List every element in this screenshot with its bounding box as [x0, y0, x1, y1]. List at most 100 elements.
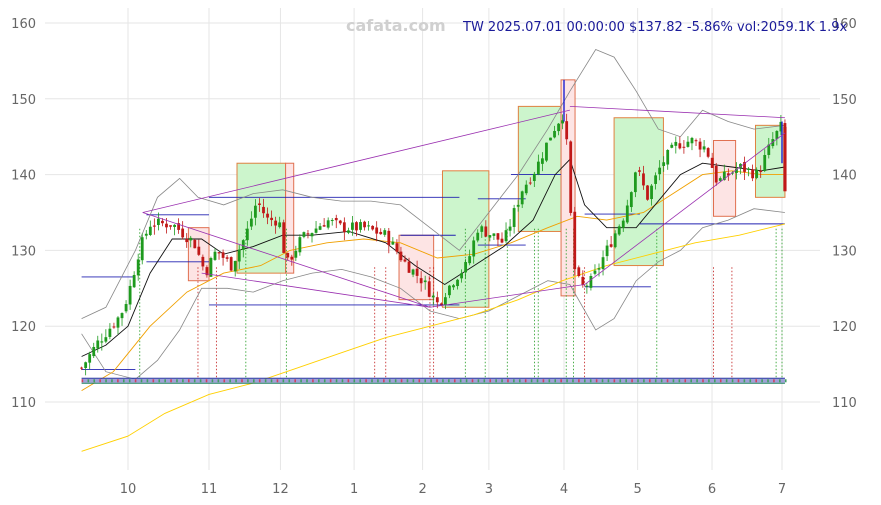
volume-bar — [223, 379, 226, 383]
x-tick-label: 12 — [272, 482, 289, 497]
y-tick-label-left: 130 — [11, 244, 36, 259]
volume-bar — [702, 379, 704, 383]
volume-bar — [359, 379, 361, 383]
candle-body — [270, 217, 273, 221]
candle-body — [371, 225, 375, 230]
candle-body — [702, 146, 706, 150]
volume-bar — [87, 379, 90, 383]
candle-body — [359, 222, 362, 230]
candle-body — [136, 259, 140, 276]
candle-body — [282, 222, 286, 253]
candle-body — [557, 123, 560, 132]
volume-bar — [253, 379, 255, 383]
candle-body — [444, 297, 447, 305]
candle-body — [431, 295, 435, 298]
candle-body — [532, 173, 536, 181]
candle-body — [593, 270, 597, 274]
volume-bar — [708, 379, 710, 383]
x-tick-label: 3 — [485, 482, 493, 497]
candle-body — [237, 249, 241, 262]
volume-bar — [134, 379, 137, 383]
x-tick-label: 5 — [634, 482, 642, 497]
y-tick-label-right: 110 — [832, 396, 857, 411]
volume-bar — [583, 379, 586, 383]
volume-bar — [643, 379, 645, 383]
candle-body — [751, 169, 755, 179]
volume-bar — [779, 379, 781, 383]
volume-bar — [536, 379, 539, 383]
candle-body — [140, 237, 144, 261]
candle-body — [504, 230, 508, 242]
volume-bar — [199, 379, 202, 383]
candle-body — [512, 208, 516, 227]
candle-body — [201, 256, 205, 267]
volume-bar — [495, 379, 497, 383]
x-tick-label: 2 — [418, 482, 426, 497]
candle-body — [452, 285, 455, 288]
volume-bar — [654, 379, 657, 383]
volume-bar — [276, 379, 279, 383]
x-tick-label: 11 — [201, 482, 218, 497]
volume-bar — [442, 379, 444, 383]
candle-body — [322, 225, 326, 227]
volume-bar — [755, 379, 757, 383]
candle-body — [169, 225, 172, 227]
volume-bar — [347, 379, 350, 383]
candle-body — [294, 250, 298, 258]
candle-body — [674, 141, 678, 146]
candle-body — [706, 148, 710, 157]
candle-body — [326, 220, 330, 228]
volume-bar — [111, 379, 113, 383]
x-tick-label: 10 — [120, 482, 137, 497]
volume-bar — [270, 379, 273, 383]
candle-body — [104, 337, 108, 342]
volume-bar — [318, 379, 320, 383]
candle-body — [399, 251, 403, 261]
volume-bar — [235, 379, 237, 383]
candle-body — [597, 268, 601, 270]
candle-body — [646, 185, 649, 200]
volume-bar — [501, 379, 503, 383]
x-tick-label: 4 — [560, 482, 568, 497]
candle-body — [686, 141, 690, 147]
volume-bar — [767, 379, 769, 383]
volume-bar — [288, 379, 291, 383]
volume-bar — [258, 379, 261, 383]
y-tick-label-right: 140 — [832, 169, 857, 184]
candle-body — [157, 218, 160, 226]
candle-body — [427, 281, 431, 297]
volume-bar — [300, 379, 302, 383]
volume-bar — [595, 379, 598, 383]
candle-body — [516, 204, 520, 207]
candle-body — [290, 256, 294, 260]
y-tick-label-left: 110 — [11, 396, 36, 411]
volume-bar — [601, 379, 604, 383]
trend-line — [569, 105, 785, 119]
candle-body — [88, 354, 92, 363]
volume-bar — [170, 379, 172, 383]
candle-body — [670, 144, 674, 148]
volume-bar — [394, 379, 397, 383]
candle-body — [666, 149, 670, 165]
candle-body — [520, 191, 524, 205]
volume-bar — [731, 379, 734, 383]
candle-body — [464, 262, 468, 273]
y-axis-left: 110 120 130 140 150 160 — [11, 17, 36, 411]
volume-bar — [335, 379, 338, 383]
volume-bar — [105, 379, 107, 383]
volume-bar — [388, 379, 391, 383]
candle-body — [314, 228, 318, 233]
candle-body — [609, 244, 613, 247]
candle-body — [638, 170, 641, 172]
candle-body — [310, 233, 314, 237]
x-axis: 10 11 12 1 2 3 4 5 6 7 — [120, 482, 786, 497]
candle-body — [718, 178, 722, 181]
candle-body — [524, 184, 528, 194]
volume-bar — [430, 379, 432, 383]
y-tick-label-left: 150 — [11, 93, 36, 108]
candle-body — [254, 205, 257, 218]
candle-body — [456, 279, 459, 287]
volume-bar — [400, 379, 403, 383]
volume-bar — [146, 379, 149, 383]
candle-body — [84, 362, 88, 368]
